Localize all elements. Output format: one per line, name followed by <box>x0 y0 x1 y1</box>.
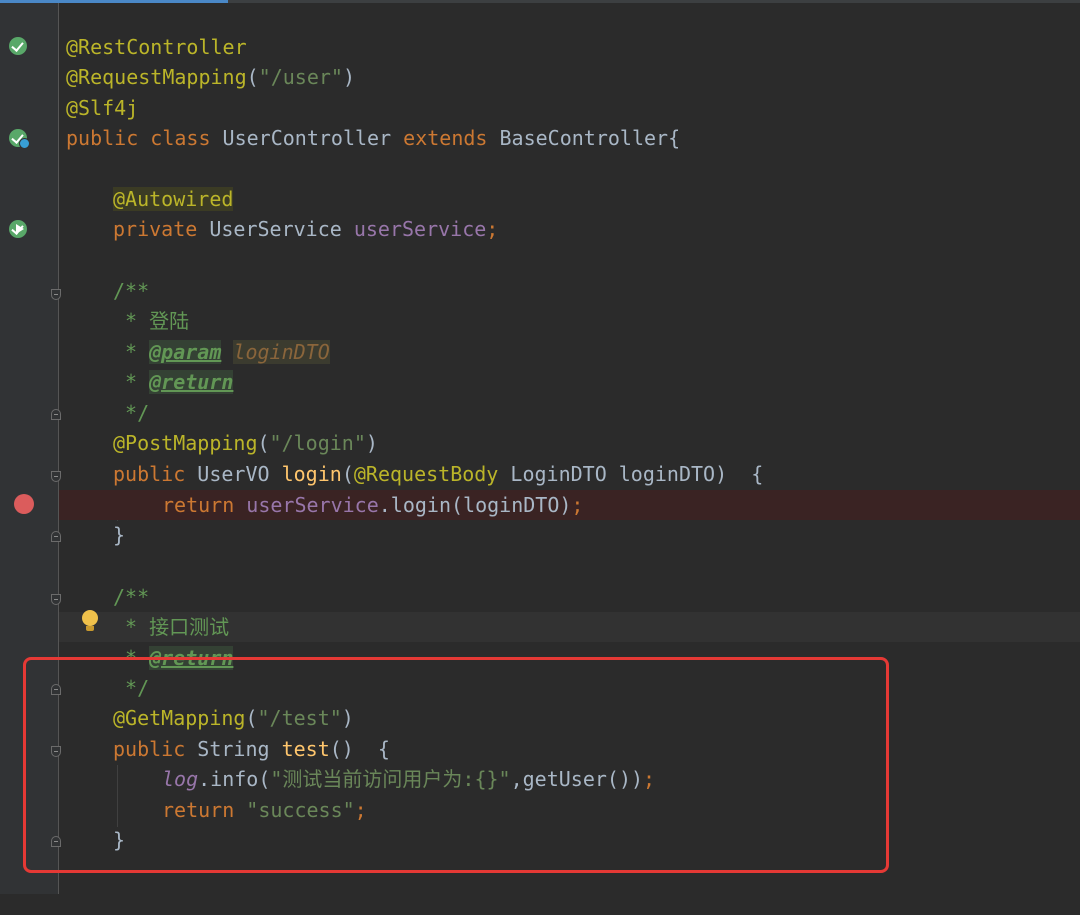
string-literal: "/test" <box>257 706 342 730</box>
code-line-10[interactable]: * @return <box>59 367 1080 397</box>
code-line-14-breakpoint[interactable]: return userService.login(loginDTO); <box>59 490 1080 520</box>
code-line-21[interactable]: public String test() { <box>59 734 1080 764</box>
bean-badge-icon <box>19 138 30 149</box>
code-editor[interactable]: @RestController @RequestMapping("/user")… <box>59 3 1080 894</box>
keyword: extends <box>403 126 500 150</box>
code-line-3[interactable]: @Slf4j <box>59 93 1080 123</box>
code-line-6[interactable]: private UserService userService; <box>59 214 1080 244</box>
code-line-16[interactable]: /** <box>59 582 1080 612</box>
string-literal: "/login" <box>269 431 366 455</box>
doc-comment: * 登陆 <box>113 309 190 333</box>
annotation: @RestController <box>66 35 247 59</box>
annotation: @Autowired <box>113 187 234 211</box>
type-name: UserVO <box>197 462 282 486</box>
string-literal: "测试当前访问用户为:{}" <box>270 767 511 791</box>
code-line-11[interactable]: */ <box>59 398 1080 428</box>
code-line-12[interactable]: @PostMapping("/login") <box>59 428 1080 458</box>
annotation: @PostMapping <box>113 431 258 455</box>
code-line-24[interactable]: } <box>59 825 1080 855</box>
code-line-23[interactable]: return "success"; <box>59 795 1080 825</box>
type-name: String <box>197 737 282 761</box>
code-line-17-caret[interactable]: * 接口测试 <box>59 612 1080 642</box>
code-line-4[interactable]: public class UserController extends Base… <box>59 123 1080 153</box>
breakpoint-icon[interactable] <box>14 494 34 514</box>
annotation: @GetMapping <box>113 706 246 730</box>
bulb-base <box>86 626 94 631</box>
editor-gutter[interactable] <box>0 3 61 894</box>
code-line-22[interactable]: log.info("测试当前访问用户为:{}",getUser()); <box>59 764 1080 794</box>
string-literal: "/user" <box>258 65 343 89</box>
code-line-7[interactable]: /** <box>59 276 1080 306</box>
annotation: @RequestMapping <box>66 65 247 89</box>
annotation: @RequestBody <box>353 462 499 486</box>
intention-bulb-icon[interactable] <box>80 610 100 634</box>
doc-tag-param: @param <box>149 340 222 364</box>
autowired-bean-navigate-icon[interactable] <box>9 220 27 238</box>
spring-implemented-icon[interactable] <box>9 37 27 55</box>
annotation: @Slf4j <box>66 96 139 120</box>
doc-tag-return: @return <box>149 370 234 394</box>
method-name: test <box>281 737 330 761</box>
keyword: public <box>113 737 198 761</box>
field-name: userService <box>246 493 379 517</box>
code-line-5[interactable]: @Autowired <box>59 184 1080 214</box>
keyword: public class <box>66 126 223 150</box>
string-literal: "success" <box>246 798 355 822</box>
base-class-name: BaseController{ <box>499 126 681 150</box>
doc-tag-return: @return <box>149 646 234 670</box>
arrow-right-icon <box>16 224 24 234</box>
doc-comment: * 接口测试 <box>113 615 230 639</box>
bulb-glass <box>82 610 98 626</box>
code-line-2[interactable]: @RequestMapping("/user") <box>59 62 1080 92</box>
field-name: userService <box>353 217 487 241</box>
doc-param-name: loginDTO <box>233 340 330 364</box>
code-line-18[interactable]: * @return <box>59 643 1080 673</box>
code-line-19[interactable]: */ <box>59 673 1080 703</box>
class-name: UserController <box>222 126 404 150</box>
spring-bean-icon[interactable] <box>9 129 30 149</box>
keyword: private <box>113 217 210 241</box>
keyword: return <box>162 798 247 822</box>
code-line-1[interactable]: @RestController <box>59 32 1080 62</box>
doc-comment: */ <box>113 676 150 700</box>
code-line-8[interactable]: * 登陆 <box>59 306 1080 336</box>
keyword: public <box>113 462 198 486</box>
type-name: UserService <box>209 217 354 241</box>
code-line-20[interactable]: @GetMapping("/test") <box>59 703 1080 733</box>
code-line-13[interactable]: public UserVO login(@RequestBody LoginDT… <box>59 459 1080 489</box>
code-line-15[interactable]: } <box>59 520 1080 550</box>
keyword: return <box>162 493 247 517</box>
code-line-9[interactable]: * @param loginDTO <box>59 337 1080 367</box>
doc-comment: /** <box>113 585 150 609</box>
doc-comment: /** <box>113 279 150 303</box>
method-name: login <box>281 462 342 486</box>
static-field: log <box>162 767 199 791</box>
doc-comment: */ <box>113 401 150 425</box>
